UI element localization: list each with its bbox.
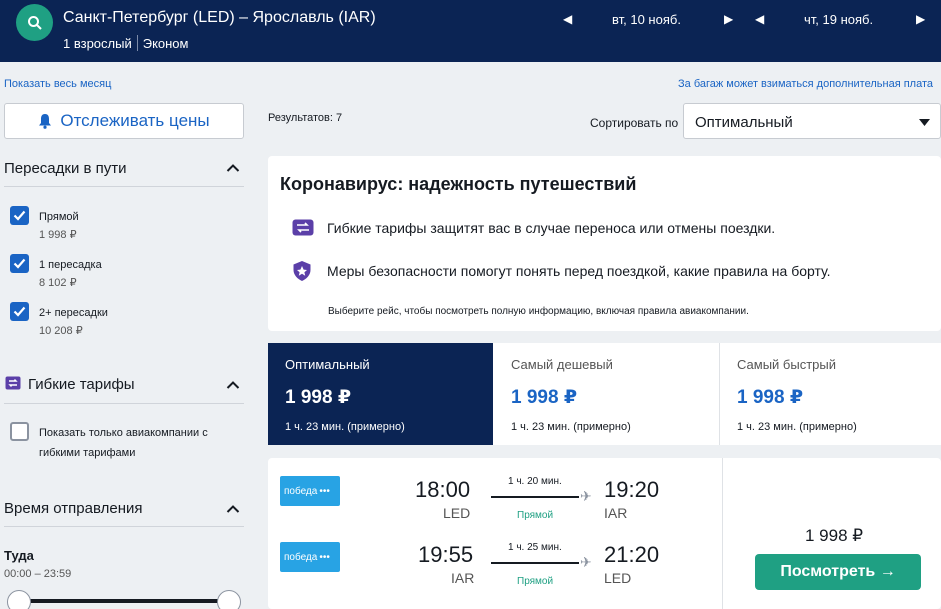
cabin-label: Эконом xyxy=(142,36,189,51)
airline-logo-text: победа xyxy=(284,485,318,497)
plane-icon: ✈ xyxy=(580,488,592,504)
sort-select-value: Оптимальный xyxy=(695,114,793,131)
inbound-stops: Прямой xyxy=(517,576,554,587)
outbound-arrival-airport: IAR xyxy=(604,505,628,521)
stops-direct-label: Прямой xyxy=(39,211,79,223)
flight-price: 1 998 ₽ xyxy=(805,526,864,545)
sort-label: Сортировать по xyxy=(590,116,679,130)
baggage-fee-link[interactable]: За багаж может взиматься дополнительная … xyxy=(678,78,941,90)
inbound-duration: 1 ч. 25 мин. xyxy=(508,542,562,553)
show-month-link[interactable]: Показать весь месяц xyxy=(4,78,111,90)
time-range-value: 00:00 – 23:59 xyxy=(4,568,72,580)
direction-label: Туда xyxy=(4,548,34,563)
covid-safety-text: Меры безопасности помогут понять перед п… xyxy=(327,263,831,279)
time-range-slider-track[interactable] xyxy=(18,599,230,603)
stops-one-price: 8 102 ₽ xyxy=(39,277,77,289)
divider xyxy=(4,526,244,527)
airline-logo-text: победа xyxy=(284,551,318,563)
divider xyxy=(722,458,723,609)
tab-fastest-label: Самый быстрый xyxy=(737,357,836,372)
flexible-tariff-icon xyxy=(292,219,314,236)
checkmark-icon xyxy=(13,210,26,221)
inbound-arrival-time: 21:20 xyxy=(604,542,660,567)
tab-cheapest-label: Самый дешевый xyxy=(511,357,613,372)
stops-filter-title[interactable]: Пересадки в пути xyxy=(4,160,127,177)
outbound-duration: 1 ч. 20 мин. xyxy=(508,476,562,487)
inbound-route-line xyxy=(491,562,579,564)
tab-optimal-label: Оптимальный xyxy=(285,357,370,372)
tab-cheapest[interactable]: Самый дешевый 1 998 ₽ 1 ч. 23 мин. (прим… xyxy=(494,343,719,445)
track-prices-button[interactable]: Отслеживать цены xyxy=(4,103,244,139)
divider xyxy=(4,186,244,187)
outbound-route-line xyxy=(491,496,579,498)
search-header: Санкт-Петербург (LED) – Ярославль (IAR) … xyxy=(0,0,941,62)
sort-select[interactable]: Оптимальный xyxy=(683,103,941,139)
prev-depart-date-icon[interactable]: ◀ xyxy=(563,12,572,26)
covid-note: Выберите рейс, чтобы посмотреть полную и… xyxy=(328,306,749,317)
tab-optimal[interactable]: Оптимальный 1 998 ₽ 1 ч. 23 мин. (пример… xyxy=(268,343,493,445)
inbound-arrival-airport: LED xyxy=(604,570,632,586)
track-prices-label: Отслеживать цены xyxy=(60,111,210,130)
prev-return-date-icon[interactable]: ◀ xyxy=(755,12,764,26)
tab-fastest-price: 1 998 ₽ xyxy=(737,387,804,408)
outbound-stops: Прямой xyxy=(517,510,554,521)
time-range-min-handle[interactable] xyxy=(7,590,31,609)
checkmark-icon xyxy=(13,258,26,269)
outbound-departure-time: 18:00 xyxy=(415,477,471,502)
next-return-date-icon[interactable]: ▶ xyxy=(916,12,925,26)
inbound-departure-time: 19:55 xyxy=(418,542,474,567)
time-range-max-handle[interactable] xyxy=(217,590,241,609)
airline-logo: победа ••• xyxy=(280,476,340,506)
passengers-label: 1 взрослый xyxy=(63,36,132,51)
bell-icon xyxy=(39,114,52,129)
tab-optimal-duration: 1 ч. 23 мин. (примерно) xyxy=(285,421,405,433)
sort-tabs: Оптимальный 1 998 ₽ 1 ч. 23 мин. (пример… xyxy=(268,343,941,445)
return-date[interactable]: чт, 19 нояб. xyxy=(804,12,873,27)
separator xyxy=(136,35,138,51)
search-button[interactable] xyxy=(16,4,53,41)
departure-time-title[interactable]: Время отправления xyxy=(4,500,143,517)
depart-date[interactable]: вт, 10 нояб. xyxy=(612,12,681,27)
plane-icon: ✈ xyxy=(580,554,592,570)
airline-logo: победа ••• xyxy=(280,542,340,572)
covid-info-panel: Коронавирус: надежность путешествий Гибк… xyxy=(268,156,941,331)
covid-title: Коронавирус: надежность путешествий xyxy=(280,174,637,194)
tab-fastest[interactable]: Самый быстрый 1 998 ₽ 1 ч. 23 мин. (прим… xyxy=(720,343,941,445)
next-depart-date-icon[interactable]: ▶ xyxy=(724,12,733,26)
search-icon xyxy=(27,15,42,30)
flexible-tariffs-title[interactable]: Гибкие тарифы xyxy=(28,376,135,393)
divider xyxy=(4,403,244,404)
trip-details[interactable]: 1 взрослый Эконом xyxy=(63,35,188,51)
tab-fastest-duration: 1 ч. 23 мин. (примерно) xyxy=(737,421,857,433)
inbound-departure-airport: IAR xyxy=(451,570,475,586)
tab-optimal-price: 1 998 ₽ xyxy=(285,387,352,408)
chevron-up-icon[interactable] xyxy=(226,380,240,390)
stops-direct-checkbox[interactable] xyxy=(10,206,29,225)
stops-two-plus-checkbox[interactable] xyxy=(10,302,29,321)
stops-one-checkbox[interactable] xyxy=(10,254,29,273)
tab-cheapest-price: 1 998 ₽ xyxy=(511,387,578,408)
checkmark-icon xyxy=(13,306,26,317)
shield-icon xyxy=(293,261,311,281)
route-title[interactable]: Санкт-Петербург (LED) – Ярославль (IAR) xyxy=(63,9,376,27)
flexible-only-checkbox[interactable] xyxy=(10,422,29,441)
tab-cheapest-duration: 1 ч. 23 мин. (примерно) xyxy=(511,421,631,433)
outbound-departure-airport: LED xyxy=(443,505,471,521)
chevron-up-icon[interactable] xyxy=(226,504,240,514)
caret-down-icon xyxy=(919,119,930,126)
covid-flexible-text: Гибкие тарифы защитят вас в случае перен… xyxy=(327,220,776,236)
stops-one-label: 1 пересадка xyxy=(39,259,102,271)
flexible-only-label-line1: Показать только авиакомпании с xyxy=(39,427,208,439)
chevron-up-icon[interactable] xyxy=(226,163,240,173)
results-count: Результатов: 7 xyxy=(268,112,343,124)
flexible-tariff-icon xyxy=(5,376,21,390)
outbound-arrival-time: 19:20 xyxy=(604,477,660,502)
stops-two-plus-label: 2+ пересадки xyxy=(39,307,108,319)
flexible-only-label-line2: гибкими тарифами xyxy=(39,447,136,459)
view-deal-button[interactable]: Посмотреть → xyxy=(755,554,921,590)
stops-two-plus-price: 10 208 ₽ xyxy=(39,325,83,337)
stops-direct-price: 1 998 ₽ xyxy=(39,229,77,241)
